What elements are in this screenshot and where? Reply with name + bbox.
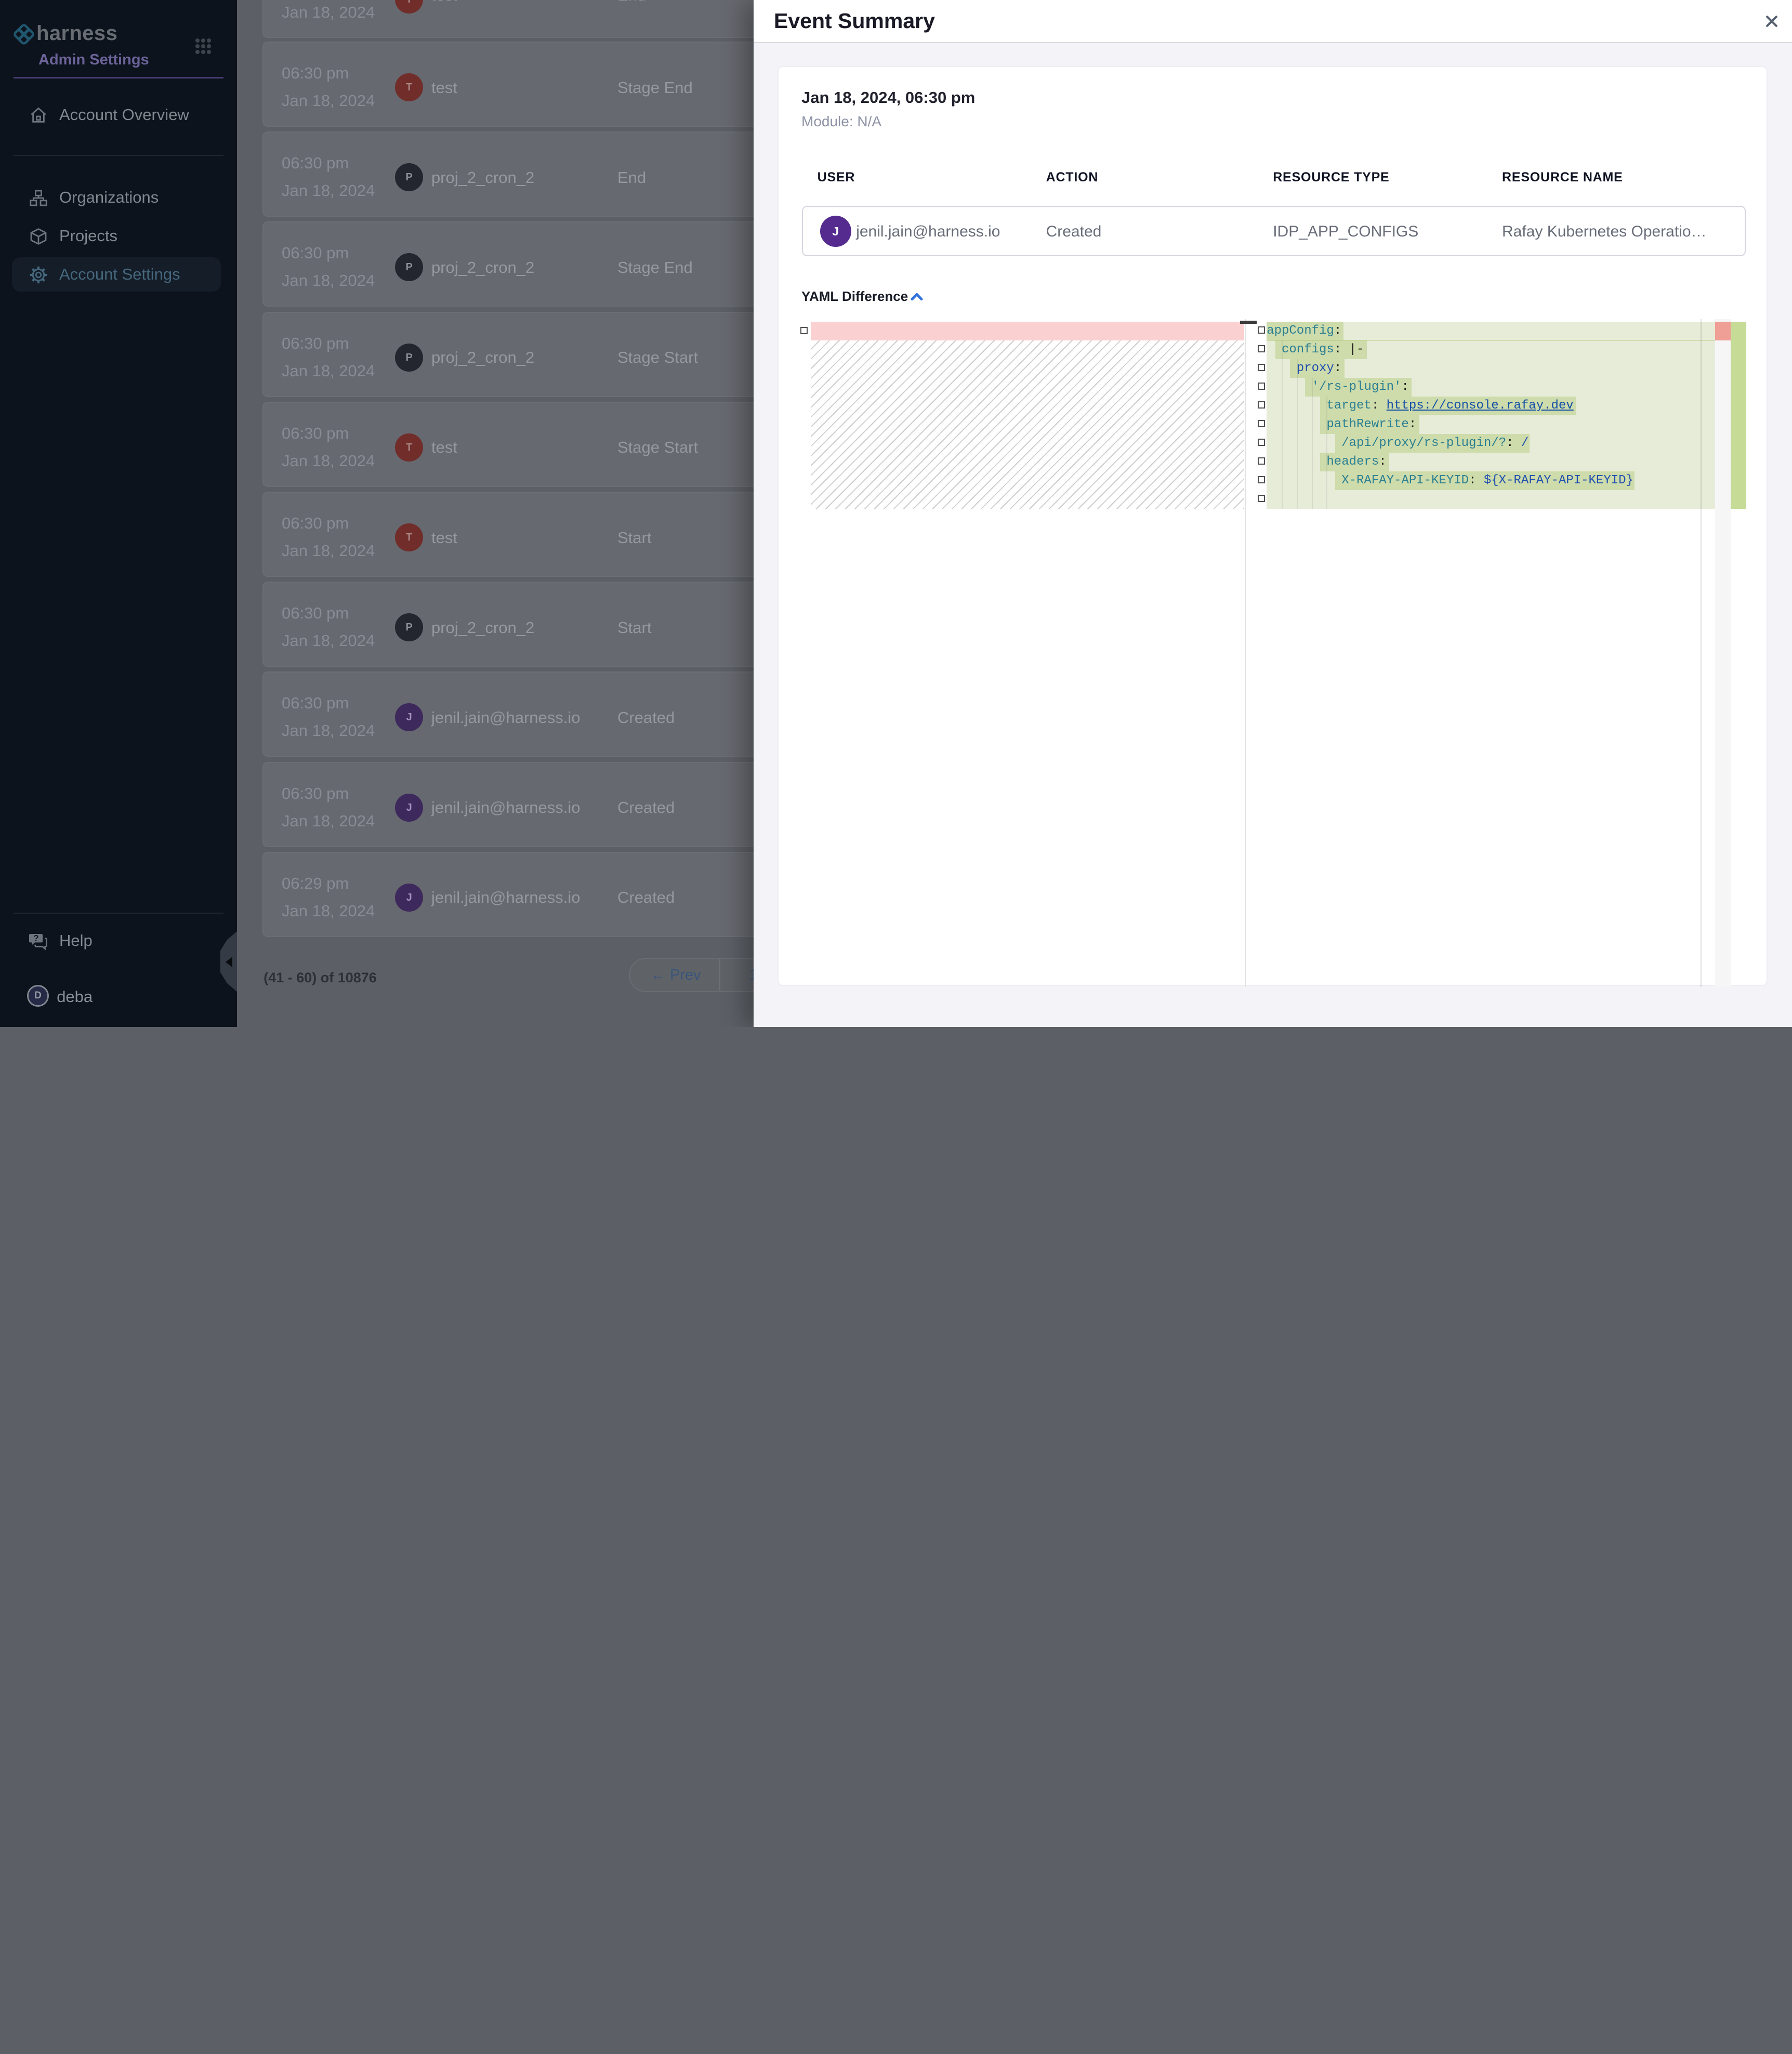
svg-text:?: ? — [33, 933, 38, 943]
